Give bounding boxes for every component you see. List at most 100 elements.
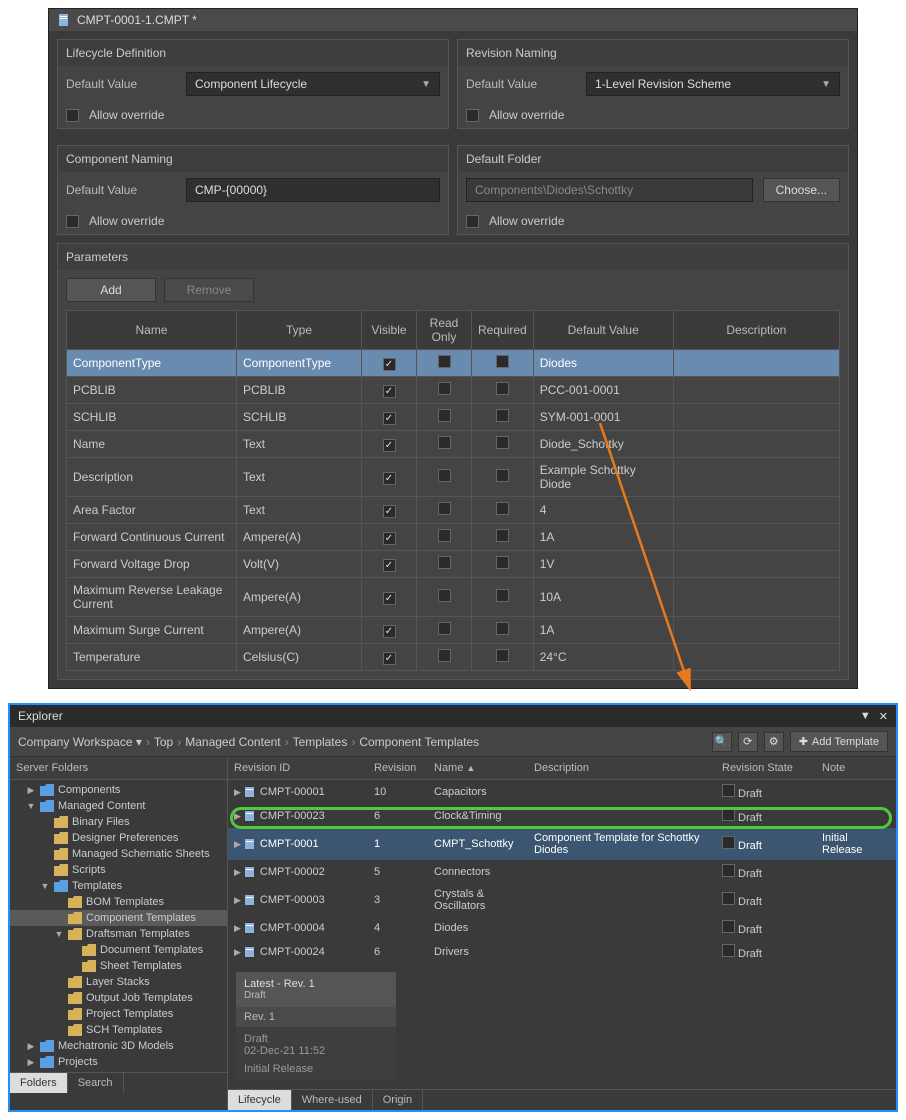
col-type[interactable]: Type (237, 311, 362, 350)
detail-rev[interactable]: Rev. 1 (236, 1007, 396, 1027)
col-readonly[interactable]: Read Only (417, 311, 472, 350)
visible-checkbox[interactable]: ✓ (383, 559, 396, 572)
expand-icon[interactable]: ▶ (234, 923, 244, 933)
readonly-checkbox[interactable] (438, 649, 451, 662)
required-checkbox[interactable] (496, 529, 509, 542)
state-checkbox[interactable] (722, 920, 735, 933)
list-row[interactable]: ▶CMPT-00003 3Crystals & Oscillators Draf… (228, 884, 896, 916)
col-required[interactable]: Required (472, 311, 534, 350)
breadcrumb-segment[interactable]: Top (154, 735, 173, 749)
list-row[interactable]: ▶CMPT-00004 4Diodes Draft (228, 916, 896, 940)
readonly-checkbox[interactable] (438, 355, 451, 368)
bottom-tab[interactable]: Lifecycle (228, 1090, 292, 1110)
revision-scheme-dropdown[interactable]: 1-Level Revision Scheme ▼ (586, 72, 840, 96)
list-row[interactable]: ▶CMPT-0001 1CMPT_SchottkyComponent Templ… (228, 828, 896, 860)
required-checkbox[interactable] (496, 469, 509, 482)
add-button[interactable]: Add (66, 278, 156, 302)
col-default[interactable]: Default Value (533, 311, 673, 350)
table-row[interactable]: Temperature Celsius(C) ✓ 24°C (67, 644, 840, 671)
tree-item[interactable]: Document Templates (10, 942, 227, 958)
state-checkbox[interactable] (722, 784, 735, 797)
col-name[interactable]: Name (67, 311, 237, 350)
readonly-checkbox[interactable] (438, 436, 451, 449)
required-checkbox[interactable] (496, 589, 509, 602)
breadcrumb-segment[interactable]: Company Workspace ▾ (18, 735, 142, 749)
visible-checkbox[interactable]: ✓ (383, 505, 396, 518)
visible-checkbox[interactable]: ✓ (383, 532, 396, 545)
visible-checkbox[interactable]: ✓ (383, 472, 396, 485)
tree-tab[interactable]: Folders (10, 1073, 68, 1093)
tree-item[interactable]: ▼Draftsman Templates (10, 926, 227, 942)
tree-item[interactable]: Scripts (10, 862, 227, 878)
col-description[interactable]: Description (528, 757, 716, 780)
tree-item[interactable]: BOM Templates (10, 894, 227, 910)
required-checkbox[interactable] (496, 355, 509, 368)
list-row[interactable]: ▶CMPT-00002 5Connectors Draft (228, 860, 896, 884)
tree-item[interactable]: SCH Templates (10, 1022, 227, 1038)
tree-item[interactable]: ▼Templates (10, 878, 227, 894)
gear-icon[interactable]: ⚙ (764, 732, 784, 752)
expand-icon[interactable]: ▶ (234, 811, 244, 821)
breadcrumb-segment[interactable]: Templates (293, 735, 348, 749)
breadcrumb[interactable]: Company Workspace ▾›Top›Managed Content›… (18, 735, 479, 749)
expand-icon[interactable]: ▼ (40, 881, 50, 891)
allow-override-checkbox[interactable] (466, 215, 479, 228)
remove-button[interactable]: Remove (164, 278, 254, 302)
dropdown-icon[interactable]: ▼ (860, 710, 871, 723)
expand-icon[interactable]: ▶ (234, 867, 244, 877)
col-revision-state[interactable]: Revision State (716, 757, 816, 780)
bottom-tab[interactable]: Origin (373, 1090, 423, 1110)
visible-checkbox[interactable]: ✓ (383, 652, 396, 665)
readonly-checkbox[interactable] (438, 502, 451, 515)
table-row[interactable]: ComponentType ComponentType ✓ Diodes (67, 350, 840, 377)
table-row[interactable]: Forward Continuous Current Ampere(A) ✓ 1… (67, 524, 840, 551)
table-row[interactable]: Forward Voltage Drop Volt(V) ✓ 1V (67, 551, 840, 578)
expand-icon[interactable]: ▶ (26, 785, 36, 796)
expand-icon[interactable]: ▶ (234, 947, 244, 957)
visible-checkbox[interactable]: ✓ (383, 625, 396, 638)
expand-icon[interactable]: ▶ (234, 895, 244, 905)
visible-checkbox[interactable]: ✓ (383, 412, 396, 425)
table-row[interactable]: Name Text ✓ Diode_Schottky (67, 431, 840, 458)
add-template-button[interactable]: ✚ Add Template (790, 731, 888, 752)
search-icon[interactable]: 🔍 (712, 732, 732, 752)
state-checkbox[interactable] (722, 864, 735, 877)
table-row[interactable]: PCBLIB PCBLIB ✓ PCC-001-0001 (67, 377, 840, 404)
visible-checkbox[interactable]: ✓ (383, 385, 396, 398)
col-visible[interactable]: Visible (362, 311, 417, 350)
allow-override-checkbox[interactable] (66, 109, 79, 122)
required-checkbox[interactable] (496, 622, 509, 635)
required-checkbox[interactable] (496, 382, 509, 395)
component-naming-input[interactable]: CMP-{00000} (186, 178, 440, 202)
readonly-checkbox[interactable] (438, 382, 451, 395)
tree-item[interactable]: Component Templates (10, 910, 227, 926)
visible-checkbox[interactable]: ✓ (383, 439, 396, 452)
lifecycle-dropdown[interactable]: Component Lifecycle ▼ (186, 72, 440, 96)
tree-item[interactable]: Managed Schematic Sheets (10, 846, 227, 862)
required-checkbox[interactable] (496, 436, 509, 449)
readonly-checkbox[interactable] (438, 589, 451, 602)
list-row[interactable]: ▶CMPT-00024 6Drivers Draft (228, 940, 896, 964)
state-checkbox[interactable] (722, 944, 735, 957)
allow-override-checkbox[interactable] (466, 109, 479, 122)
col-revision[interactable]: Revision (368, 757, 428, 780)
expand-icon[interactable]: ▼ (26, 801, 36, 811)
readonly-checkbox[interactable] (438, 556, 451, 569)
choose-folder-button[interactable]: Choose... (763, 178, 840, 202)
visible-checkbox[interactable]: ✓ (383, 358, 396, 371)
tree-item[interactable]: Sheet Templates (10, 958, 227, 974)
tree-tab[interactable]: Search (68, 1073, 124, 1093)
close-icon[interactable]: ✕ (879, 710, 888, 723)
required-checkbox[interactable] (496, 649, 509, 662)
table-row[interactable]: Maximum Surge Current Ampere(A) ✓ 1A (67, 617, 840, 644)
col-description[interactable]: Description (673, 311, 839, 350)
readonly-checkbox[interactable] (438, 469, 451, 482)
table-row[interactable]: SCHLIB SCHLIB ✓ SYM-001-0001 (67, 404, 840, 431)
list-row[interactable]: ▶CMPT-00001 10Capacitors Draft (228, 780, 896, 805)
tree-item[interactable]: Layer Stacks (10, 974, 227, 990)
required-checkbox[interactable] (496, 556, 509, 569)
tree-item[interactable]: ▶Components (10, 782, 227, 798)
breadcrumb-segment[interactable]: Component Templates (359, 735, 479, 749)
col-revision-id[interactable]: Revision ID (228, 757, 368, 780)
expand-icon[interactable]: ▶ (234, 839, 244, 849)
